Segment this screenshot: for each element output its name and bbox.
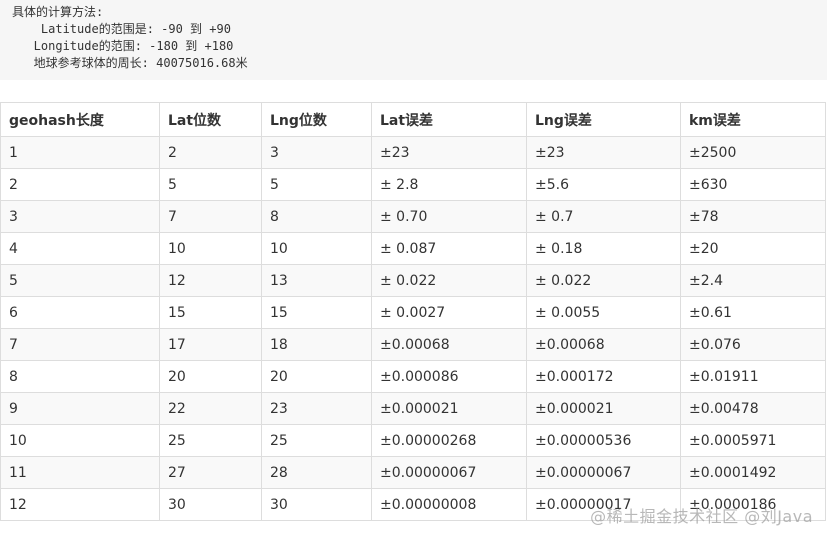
cell-lng-error: ±0.000021: [526, 392, 681, 425]
cell-lng-error: ± 0.7: [526, 200, 681, 233]
header-lat-error: Lat误差: [371, 102, 527, 137]
geohash-precision-table-wrapper: geohash长度 Lat位数 Lng位数 Lat误差 Lng误差 km误差 1…: [0, 102, 827, 521]
table-row: 11 27 28 ±0.00000067 ±0.00000067 ±0.0001492: [0, 456, 826, 489]
cell-lng-bits: 28: [261, 456, 372, 489]
cell-lng-bits: 13: [261, 264, 372, 297]
cell-lng-bits: 30: [261, 488, 372, 521]
cell-lat-error: ± 0.70: [371, 200, 527, 233]
cell-geohash-length: 1: [0, 136, 160, 169]
code-line: 具体的计算方法:: [12, 5, 104, 19]
cell-lng-bits: 3: [261, 136, 372, 169]
cell-lat-bits: 12: [159, 264, 262, 297]
table-row: 5 12 13 ± 0.022 ± 0.022 ±2.4: [0, 264, 826, 297]
cell-lat-error: ±0.00000067: [371, 456, 527, 489]
cell-lat-bits: 10: [159, 232, 262, 265]
table-row: 3 7 8 ± 0.70 ± 0.7 ±78: [0, 200, 826, 233]
cell-km-error: ±0.01911: [680, 360, 826, 393]
cell-km-error: ±0.0001492: [680, 456, 826, 489]
cell-km-error: ±0.0005971: [680, 424, 826, 457]
cell-km-error: ±0.61: [680, 296, 826, 329]
cell-km-error: ±630: [680, 168, 826, 201]
table-row: 4 10 10 ± 0.087 ± 0.18 ±20: [0, 232, 826, 265]
cell-km-error: ±78: [680, 200, 826, 233]
table-row: 8 20 20 ±0.000086 ±0.000172 ±0.01911: [0, 360, 826, 393]
cell-lat-bits: 25: [159, 424, 262, 457]
header-lng-bits: Lng位数: [261, 102, 372, 137]
table-row: 9 22 23 ±0.000021 ±0.000021 ±0.00478: [0, 392, 826, 425]
cell-lat-error: ± 0.022: [371, 264, 527, 297]
cell-lat-error: ± 0.0027: [371, 296, 527, 329]
cell-lat-error: ± 2.8: [371, 168, 527, 201]
cell-geohash-length: 12: [0, 488, 160, 521]
table-header: geohash长度 Lat位数 Lng位数 Lat误差 Lng误差 km误差: [0, 102, 826, 137]
cell-lng-error: ±5.6: [526, 168, 681, 201]
cell-lat-error: ±0.000086: [371, 360, 527, 393]
cell-lng-bits: 5: [261, 168, 372, 201]
cell-lat-bits: 5: [159, 168, 262, 201]
cell-lng-bits: 23: [261, 392, 372, 425]
cell-geohash-length: 3: [0, 200, 160, 233]
header-lng-error: Lng误差: [526, 102, 681, 137]
site-watermark: @稀土掘金技术社区 @刘Java: [590, 507, 813, 526]
table-body: 1 2 3 ±23 ±23 ±2500 2 5 5 ± 2.8 ±5.6 ±630 3 7 8 ± 0.70 ±…: [0, 136, 826, 521]
cell-geohash-length: 2: [0, 168, 160, 201]
cell-lat-bits: 22: [159, 392, 262, 425]
table-header-row: geohash长度 Lat位数 Lng位数 Lat误差 Lng误差 km误差: [0, 102, 826, 137]
cell-geohash-length: 8: [0, 360, 160, 393]
cell-lat-bits: 7: [159, 200, 262, 233]
cell-lng-error: ±0.000172: [526, 360, 681, 393]
cell-km-error: ±0.076: [680, 328, 826, 361]
cell-lat-error: ±0.00000268: [371, 424, 527, 457]
cell-geohash-length: 5: [0, 264, 160, 297]
cell-lng-bits: 18: [261, 328, 372, 361]
cell-lat-bits: 30: [159, 488, 262, 521]
cell-km-error: ±0.00478: [680, 392, 826, 425]
cell-km-error: ±20: [680, 232, 826, 265]
geohash-precision-table: geohash长度 Lat位数 Lng位数 Lat误差 Lng误差 km误差 1…: [0, 102, 826, 521]
cell-geohash-length: 7: [0, 328, 160, 361]
cell-lat-bits: 15: [159, 296, 262, 329]
code-line: Longitude的范围: -180 到 +180: [12, 39, 234, 53]
cell-lng-bits: 25: [261, 424, 372, 457]
cell-geohash-length: 9: [0, 392, 160, 425]
cell-geohash-length: 11: [0, 456, 160, 489]
cell-lat-bits: 17: [159, 328, 262, 361]
table-row: 2 5 5 ± 2.8 ±5.6 ±630: [0, 168, 826, 201]
calculation-method-code-block: 具体的计算方法: Latitude的范围是: -90 到 +90 Longitu…: [0, 0, 827, 80]
header-geohash-length: geohash长度: [0, 102, 160, 137]
cell-lat-error: ±23: [371, 136, 527, 169]
table-row: 7 17 18 ±0.00068 ±0.00068 ±0.076: [0, 328, 826, 361]
header-lat-bits: Lat位数: [159, 102, 262, 137]
cell-lat-error: ± 0.087: [371, 232, 527, 265]
table-row: 6 15 15 ± 0.0027 ± 0.0055 ±0.61: [0, 296, 826, 329]
cell-geohash-length: 10: [0, 424, 160, 457]
cell-lng-error: ±0.00000067: [526, 456, 681, 489]
cell-lng-error: ± 0.022: [526, 264, 681, 297]
cell-lat-bits: 27: [159, 456, 262, 489]
code-line: Latitude的范围是: -90 到 +90: [12, 22, 231, 36]
cell-lat-bits: 20: [159, 360, 262, 393]
cell-geohash-length: 6: [0, 296, 160, 329]
cell-lng-error: ± 0.0055: [526, 296, 681, 329]
cell-lng-error: ±0.00000536: [526, 424, 681, 457]
cell-lng-error: ±0.00068: [526, 328, 681, 361]
cell-km-error: ±2500: [680, 136, 826, 169]
header-km-error: km误差: [680, 102, 826, 137]
cell-lat-bits: 2: [159, 136, 262, 169]
table-row: 1 2 3 ±23 ±23 ±2500: [0, 136, 826, 169]
cell-lng-bits: 8: [261, 200, 372, 233]
cell-lng-bits: 20: [261, 360, 372, 393]
cell-lat-error: ±0.00000008: [371, 488, 527, 521]
cell-lat-error: ±0.000021: [371, 392, 527, 425]
cell-km-error: ±2.4: [680, 264, 826, 297]
code-line: 地球参考球体的周长: 40075016.68米: [12, 56, 248, 70]
cell-lng-error: ±23: [526, 136, 681, 169]
table-row: 10 25 25 ±0.00000268 ±0.00000536 ±0.0005971: [0, 424, 826, 457]
cell-geohash-length: 4: [0, 232, 160, 265]
cell-lng-bits: 15: [261, 296, 372, 329]
cell-lng-bits: 10: [261, 232, 372, 265]
cell-lat-error: ±0.00068: [371, 328, 527, 361]
cell-lng-error: ± 0.18: [526, 232, 681, 265]
